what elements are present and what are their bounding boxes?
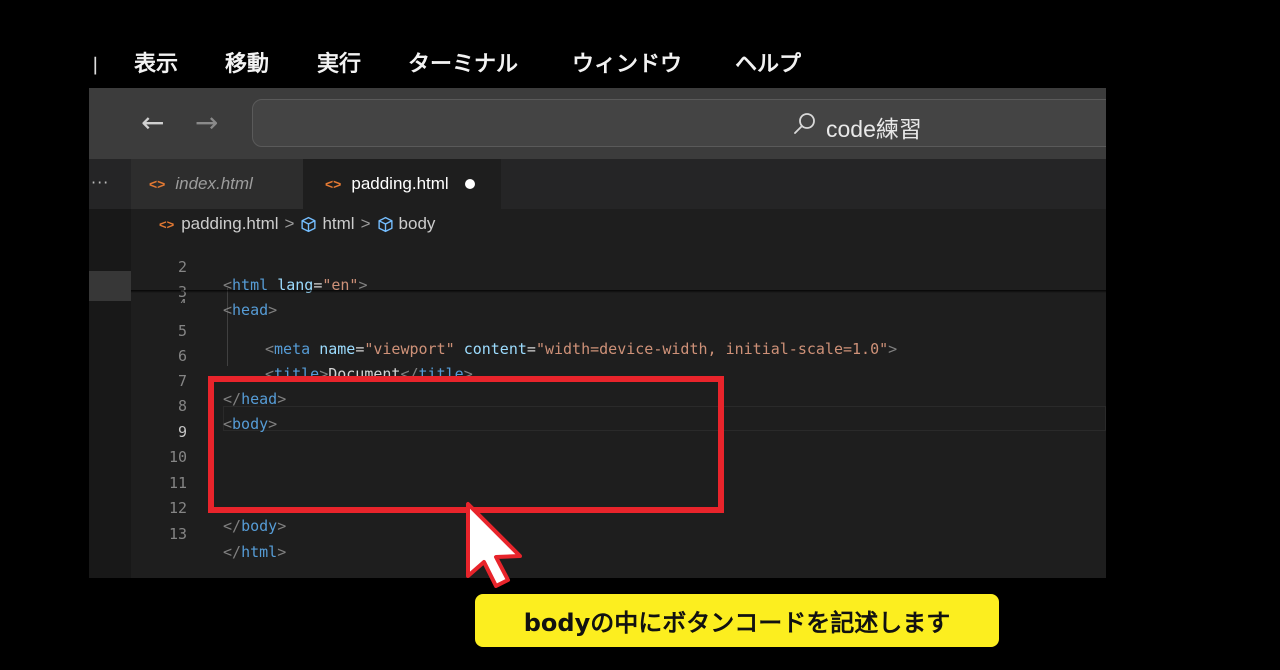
command-center-search[interactable]: code練習: [252, 99, 1106, 147]
html-file-icon: <>: [149, 176, 166, 192]
menu-bar: ㅣ 表示 移動 実行 ターミナル ウィンドウ ヘルプ: [0, 38, 1280, 82]
annotation-highlight-box: [208, 376, 724, 513]
annotation-callout: bodyの中にボタンコードを記述します: [475, 594, 999, 647]
tab-label: index.html: [175, 174, 253, 193]
line-number: 13: [168, 525, 187, 543]
menu-edge-fragment: ㅣ: [86, 54, 105, 78]
tab-bar: ··· <> index.html <> padding.html: [89, 159, 1106, 209]
html-file-icon: <>: [159, 216, 175, 232]
activity-bar: [89, 209, 131, 578]
menu-terminal[interactable]: ターミナル: [408, 46, 518, 78]
unsaved-dot-icon[interactable]: [464, 179, 475, 189]
breadcrumb-file[interactable]: padding.html: [181, 214, 278, 234]
tab-index-html[interactable]: <> index.html: [131, 159, 303, 209]
forward-button[interactable]: →: [195, 106, 218, 139]
breadcrumb: <> padding.html > html > body: [159, 212, 435, 236]
code-line: 2 <html lang="en">: [131, 240, 1106, 294]
cube-icon: [301, 216, 317, 232]
back-button[interactable]: ←: [141, 106, 164, 139]
breadcrumb-separator: >: [284, 214, 295, 233]
breadcrumb-html[interactable]: html: [322, 214, 354, 234]
code-line: 3 <head>: [131, 265, 1106, 319]
menu-view[interactable]: 表示: [134, 46, 178, 78]
tab-label: padding.html: [351, 174, 449, 193]
code-line: 6 <title>Document</title>: [131, 329, 1106, 383]
mouse-cursor-icon: [466, 502, 522, 588]
activity-strip: ···: [89, 159, 131, 209]
more-icon[interactable]: ···: [91, 173, 109, 192]
sticky-scroll-shadow: [131, 290, 1106, 293]
search-text: code練習: [826, 116, 922, 142]
menu-run[interactable]: 実行: [317, 46, 361, 78]
html-file-icon: <>: [325, 176, 342, 192]
search-icon: [794, 113, 815, 134]
menu-help[interactable]: ヘルプ: [735, 46, 801, 78]
line-code: </html>: [223, 543, 287, 561]
cube-icon: [377, 216, 393, 232]
activity-bar-highlight: [89, 271, 131, 301]
tab-padding-html[interactable]: <> padding.html: [303, 159, 501, 209]
title-bar: ← → code練習: [89, 88, 1106, 159]
breadcrumb-separator: >: [360, 214, 371, 233]
breadcrumb-body[interactable]: body: [399, 214, 436, 234]
code-line: 5 <meta name="viewport" content="width=d…: [131, 304, 1106, 358]
menu-window[interactable]: ウィンドウ: [572, 46, 682, 78]
menu-go[interactable]: 移動: [225, 46, 269, 78]
